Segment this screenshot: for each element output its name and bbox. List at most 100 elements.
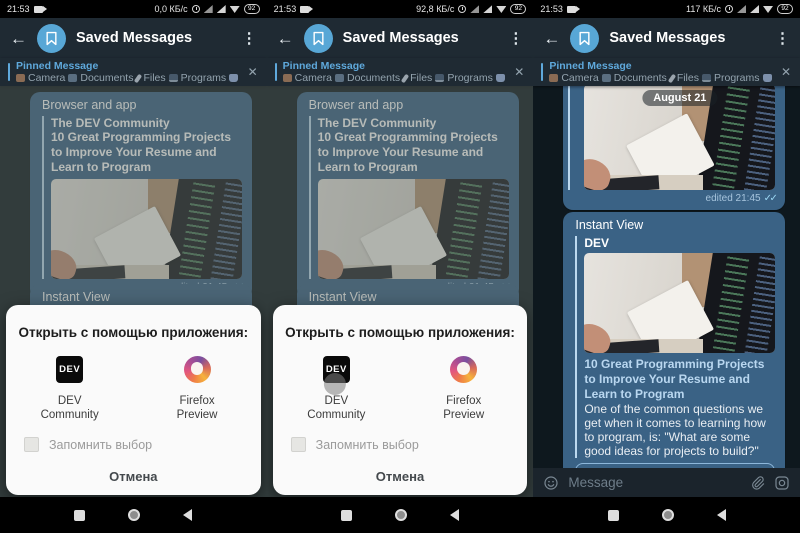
recents-button[interactable]	[607, 509, 619, 521]
pinned-preview: Camera Documents Files Programs …	[16, 72, 242, 85]
screen-record-icon	[566, 5, 580, 13]
read-checks-icon: ✓✓	[763, 193, 778, 204]
site-name: DEV	[584, 236, 610, 250]
cancel-button[interactable]: Отмена	[273, 469, 528, 484]
signal-icon	[470, 5, 480, 13]
app-option-dev-community[interactable]: DEV DEV Community	[6, 356, 133, 422]
net-speed: 117 КБ/с	[686, 4, 722, 14]
close-icon[interactable]: ✕	[514, 66, 524, 78]
camera-emoji-icon	[282, 74, 292, 82]
remember-label: Запомнить выбор	[49, 437, 153, 452]
status-bar: 21:53 0,0 КБ/с 92	[0, 0, 267, 18]
message-input[interactable]: Message	[568, 475, 741, 490]
message-text: Instant View	[575, 218, 644, 232]
computer-emoji-icon	[168, 74, 178, 82]
paperclip-emoji-icon	[400, 73, 410, 83]
message-composer[interactable]: Message	[533, 468, 800, 497]
message-instant-view[interactable]: Instant View DEV 10 Great Programming Pr…	[563, 212, 786, 497]
pinned-accent	[8, 63, 10, 81]
recents-button[interactable]	[341, 509, 352, 521]
link-preview-photo[interactable]	[584, 253, 776, 353]
open-with-dialog: Открыть с помощью приложения: DEV DEV Com…	[6, 305, 261, 495]
computer-emoji-icon	[435, 74, 445, 82]
app-option-firefox-preview[interactable]: Firefox Preview	[400, 356, 527, 422]
pinned-message-bar[interactable]: Pinned Message Camera Documents Files Pr…	[533, 58, 800, 86]
android-nav-bar	[533, 497, 800, 533]
folder-emoji-icon	[68, 74, 78, 82]
computer-emoji-icon	[701, 74, 711, 82]
back-button[interactable]	[183, 509, 193, 521]
pinned-preview: Camera Documents Files Programs …	[549, 72, 775, 85]
cancel-button[interactable]: Отмена	[6, 469, 261, 484]
home-button[interactable]	[395, 509, 407, 521]
battery-icon: 92	[777, 4, 794, 14]
emoji-icon[interactable]	[543, 475, 559, 491]
app-option-dev-community[interactable]: DEV DEV Community	[273, 356, 400, 422]
avatar[interactable]	[570, 23, 600, 53]
remember-checkbox[interactable]	[290, 437, 306, 452]
alarm-icon	[191, 5, 200, 13]
menu-icon[interactable]: ⋮	[775, 31, 790, 46]
home-button[interactable]	[128, 509, 141, 521]
pinned-label: Pinned Message	[282, 59, 365, 72]
battery-icon: 92	[510, 4, 527, 14]
home-button[interactable]	[661, 509, 674, 521]
wifi-icon	[496, 5, 507, 13]
dev-app-icon: DEV	[56, 356, 84, 383]
back-icon[interactable]: ←	[543, 30, 560, 47]
bin-emoji-icon	[762, 74, 772, 82]
status-bar: 21:53 92,8 КБ/с 92	[266, 0, 534, 18]
page-title: Saved Messages	[76, 30, 193, 46]
camera-emoji-icon	[16, 74, 25, 82]
tap-ripple	[324, 373, 347, 395]
chat-area: Browser and app The DEV Community 10 Gre…	[0, 86, 267, 497]
remember-checkbox[interactable]	[24, 437, 39, 452]
pinned-message-bar[interactable]: Pinned Message Camera Documents Files Pr…	[0, 58, 267, 86]
pinned-message-bar[interactable]: Pinned Message Camera Documents Files Pr…	[266, 58, 534, 86]
camera-emoji-icon	[549, 74, 559, 82]
open-with-dialog: Открыть с помощью приложения: DEV DEV Com…	[272, 305, 528, 495]
app-bar: ← Saved Messages ⋮	[0, 18, 267, 58]
phone-screenshot-3: 21:53 117 КБ/с 92 ← Saved Messages ⋮ Pin…	[533, 0, 800, 533]
screen-record-icon	[33, 5, 47, 13]
link-preview-photo[interactable]: August 21	[584, 86, 776, 190]
firefox-app-icon	[183, 356, 211, 383]
message-browser-and-app-scrolled[interactable]: August 21 edited 21:45 ✓✓	[563, 86, 786, 210]
alarm-icon	[725, 5, 734, 13]
screen-record-icon	[300, 5, 314, 13]
menu-icon[interactable]: ⋮	[242, 31, 257, 46]
chat-area: August 21 edited 21:45 ✓✓ Instant View DE…	[533, 86, 800, 497]
recents-button[interactable]	[74, 509, 86, 521]
paperclip-emoji-icon	[667, 73, 677, 83]
pinned-label: Pinned Message	[16, 59, 99, 72]
bin-emoji-icon	[229, 74, 239, 82]
close-icon[interactable]: ✕	[781, 66, 791, 78]
firefox-app-icon	[450, 356, 478, 383]
signal-icon	[483, 5, 493, 13]
link-title: 10 Great Programming Projects to Improve…	[584, 357, 765, 401]
alarm-icon	[458, 5, 467, 13]
link-description: One of the common questions we get when …	[584, 402, 766, 458]
wifi-icon	[763, 5, 774, 13]
menu-icon[interactable]: ⋮	[508, 31, 523, 46]
remember-label: Запомнить выбор	[315, 437, 419, 452]
avatar[interactable]	[37, 23, 66, 53]
back-button[interactable]	[716, 509, 726, 521]
paperclip-emoji-icon	[134, 73, 143, 83]
avatar[interactable]	[303, 23, 333, 53]
wifi-icon	[229, 5, 240, 13]
android-nav-bar	[0, 497, 267, 533]
link-preview[interactable]: DEV 10 Great Programming Projects to Imp…	[575, 236, 776, 458]
back-icon[interactable]: ←	[10, 30, 27, 47]
back-icon[interactable]: ←	[277, 30, 294, 47]
back-button[interactable]	[450, 509, 459, 521]
pinned-preview: Camera Documents Files Programs …	[282, 72, 508, 85]
camera-icon[interactable]	[774, 475, 790, 491]
close-icon[interactable]: ✕	[248, 66, 258, 78]
pinned-label: Pinned Message	[549, 59, 632, 72]
bin-emoji-icon	[495, 74, 505, 82]
net-speed: 92,8 КБ/с	[416, 4, 455, 14]
signal-icon	[737, 5, 747, 13]
attach-icon[interactable]	[750, 475, 765, 491]
app-option-firefox-preview[interactable]: Firefox Preview	[133, 356, 260, 422]
